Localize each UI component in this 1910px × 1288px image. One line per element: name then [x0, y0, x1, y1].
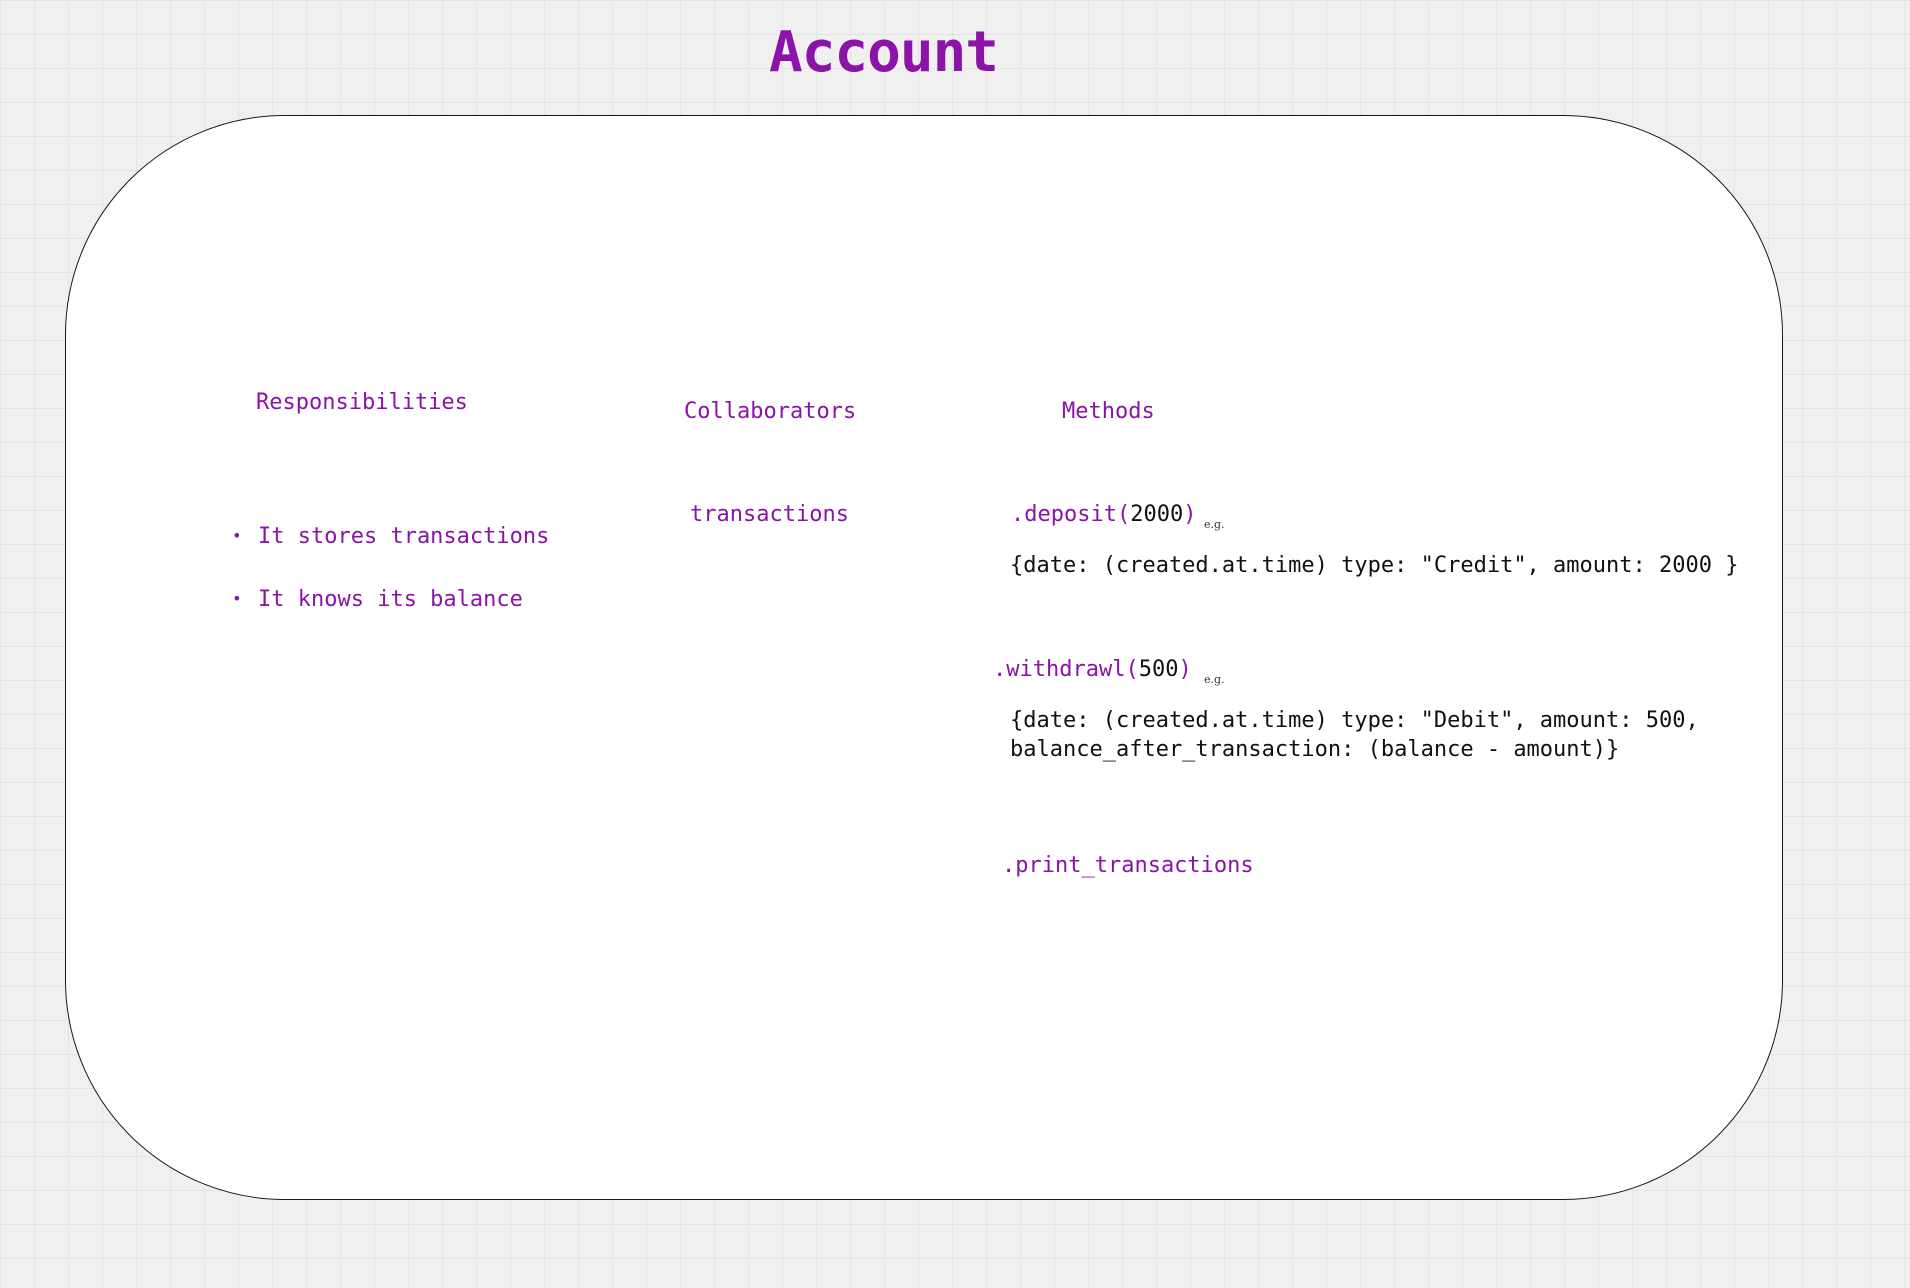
- deposit-method-arg: 2000: [1130, 502, 1184, 527]
- responsibilities-heading[interactable]: Responsibilities: [256, 389, 468, 417]
- responsibility-item[interactable]: • It stores transactions: [232, 522, 549, 551]
- crc-card[interactable]: [65, 115, 1783, 1200]
- withdrawl-method[interactable]: .withdrawl(500): [993, 656, 1192, 684]
- deposit-method[interactable]: .deposit(2000): [1011, 501, 1196, 529]
- deposit-eg-label: e.g.: [1204, 518, 1225, 531]
- class-title[interactable]: Account: [769, 20, 999, 86]
- responsibility-text: It stores transactions: [258, 524, 550, 549]
- deposit-method-name: .deposit(: [1011, 502, 1131, 527]
- deposit-example[interactable]: {date: (created.at.time) type: "Credit",…: [1010, 551, 1738, 580]
- withdrawl-eg-label: e.g.: [1204, 673, 1225, 686]
- withdrawl-example-line: {date: (created.at.time) type: "Debit", …: [1010, 708, 1699, 733]
- responsibility-item[interactable]: • It knows its balance: [232, 585, 523, 614]
- withdrawl-method-name: .withdrawl(: [993, 657, 1139, 682]
- withdrawl-example-line: balance_after_transaction: (balance - am…: [1010, 737, 1620, 762]
- bullet-icon: •: [232, 526, 242, 545]
- responsibility-text: It knows its balance: [258, 587, 523, 612]
- withdrawl-method-close: ): [1178, 657, 1192, 682]
- withdrawl-method-arg: 500: [1138, 657, 1179, 682]
- print-transactions-method[interactable]: .print_transactions: [1002, 852, 1254, 880]
- deposit-method-close: ): [1183, 502, 1197, 527]
- bullet-icon: •: [232, 589, 242, 608]
- whiteboard-canvas: { "title": "Account", "sections": { "res…: [0, 0, 1910, 1288]
- collaborators-heading[interactable]: Collaborators: [684, 398, 856, 426]
- collaborator-item[interactable]: transactions: [690, 501, 849, 529]
- withdrawl-example[interactable]: {date: (created.at.time) type: "Debit", …: [1010, 706, 1699, 764]
- methods-heading[interactable]: Methods: [1062, 398, 1155, 426]
